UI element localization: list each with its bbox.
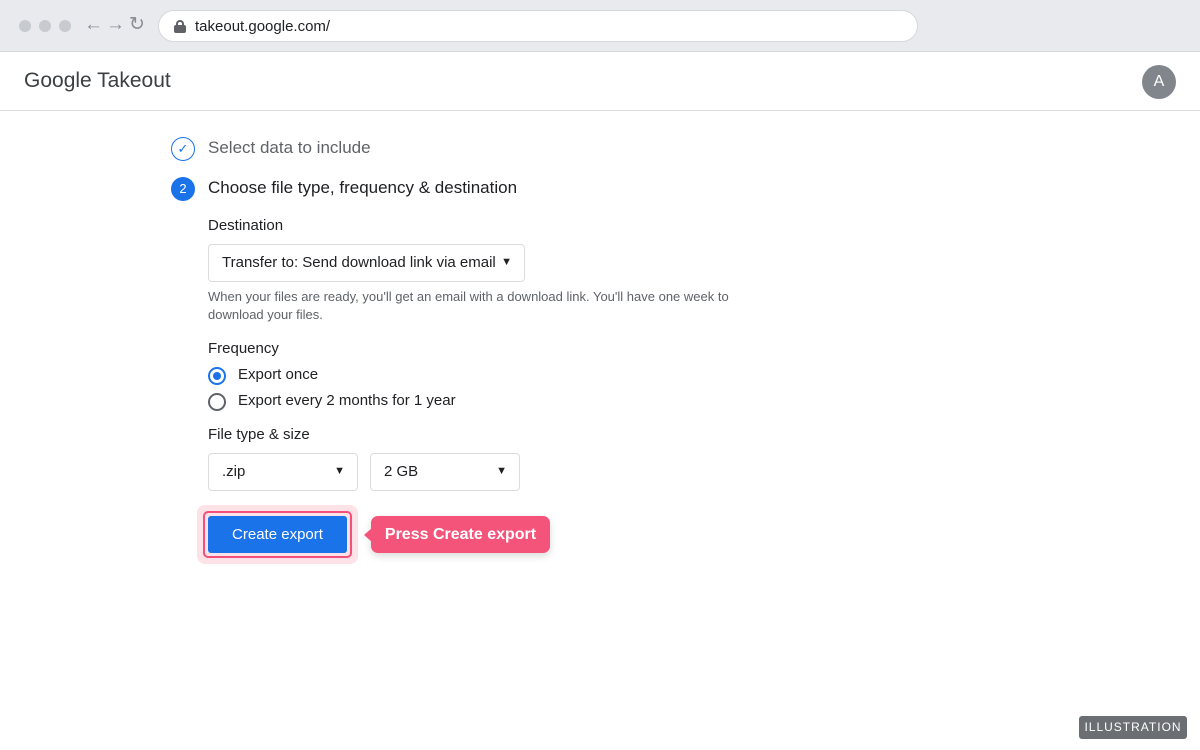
reload-icon[interactable]: ↻ <box>129 13 145 37</box>
back-arrow-icon[interactable]: ← <box>84 13 103 37</box>
step-complete-check-icon: ✓ <box>171 137 195 161</box>
step-2-number-badge: 2 <box>171 177 195 201</box>
forward-arrow-icon[interactable]: → <box>106 13 125 37</box>
window-close-dot[interactable] <box>19 20 31 32</box>
destination-label: Destination <box>208 217 284 234</box>
address-bar[interactable]: takeout.google.com/ <box>158 10 918 42</box>
dropdown-caret-icon: ▼ <box>501 256 512 268</box>
browser-toolbar: ← → ↻ takeout.google.com/ <box>0 0 1200 52</box>
destination-select[interactable]: Transfer to: Send download link via emai… <box>208 244 525 282</box>
create-export-button[interactable]: Create export <box>208 516 347 553</box>
dropdown-caret-icon: ▼ <box>496 465 507 477</box>
export-once-radio[interactable] <box>208 367 226 385</box>
export-once-label[interactable]: Export once <box>238 366 318 383</box>
instruction-callout: Press Create export <box>364 516 550 553</box>
app-header: Google Takeout A <box>0 52 1200 111</box>
dropdown-caret-icon: ▼ <box>334 465 345 477</box>
step-2-label: Choose file type, frequency & destinatio… <box>208 178 518 197</box>
window-maximize-dot[interactable] <box>59 20 71 32</box>
file-type-select[interactable]: .zip ▼ <box>208 453 358 491</box>
file-size-select[interactable]: 2 GB ▼ <box>370 453 520 491</box>
filetype-label: File type & size <box>208 426 310 443</box>
destination-selected-value: Transfer to: Send download link via emai… <box>222 254 496 271</box>
callout-text: Press Create export <box>384 526 537 543</box>
lock-icon <box>174 20 186 33</box>
export-recurring-label[interactable]: Export every 2 months for 1 year <box>238 392 456 409</box>
frequency-label: Frequency <box>208 340 279 357</box>
app-title: Google Takeout <box>24 69 171 92</box>
export-recurring-radio[interactable] <box>208 393 226 411</box>
window-minimize-dot[interactable] <box>39 20 51 32</box>
callout-pointer-arrow <box>364 528 372 542</box>
file-size-value: 2 GB <box>384 463 419 480</box>
step-1-label[interactable]: Select data to include <box>208 138 371 158</box>
url-text[interactable]: takeout.google.com/ <box>195 18 330 35</box>
destination-helper-text: When your files are ready, you'll get an… <box>208 289 729 322</box>
file-type-value: .zip <box>222 463 246 480</box>
account-avatar[interactable]: A <box>1142 65 1176 99</box>
illustration-badge: ILLUSTRATION <box>1079 716 1187 739</box>
radio-selected-dot <box>213 372 221 380</box>
